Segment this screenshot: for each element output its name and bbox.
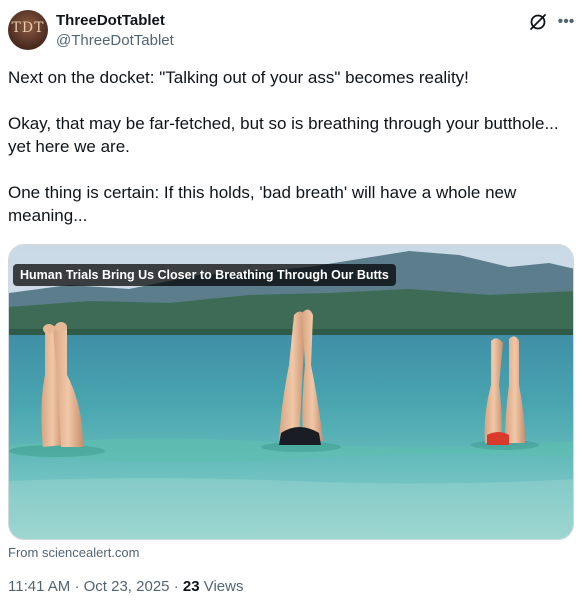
more-icon[interactable]: •••	[557, 12, 575, 32]
avatar-logo-text: TDT	[11, 20, 45, 36]
user-handle[interactable]: @ThreeDotTablet	[56, 32, 174, 49]
avatar[interactable]: TDT	[8, 10, 48, 50]
grok-icon[interactable]	[528, 12, 548, 32]
card-source[interactable]: From sciencealert.com	[8, 545, 139, 560]
link-card-image[interactable]	[8, 244, 574, 540]
tweet-text: Next on the docket: "Talking out of your…	[8, 66, 568, 227]
views-label: Views	[203, 578, 244, 595]
tweet-paragraph: Okay, that may be far-fetched, but so is…	[8, 114, 559, 156]
tweet-header: TDT ThreeDotTablet @ThreeDotTablet •••	[8, 10, 575, 54]
card-title[interactable]: Human Trials Bring Us Closer to Breathin…	[13, 264, 396, 286]
tweet-paragraph: Next on the docket: "Talking out of your…	[8, 68, 469, 87]
display-name[interactable]: ThreeDotTablet	[56, 12, 165, 29]
meta-separator: ·	[173, 578, 179, 595]
views-count: 23	[182, 578, 200, 595]
tweet-meta: 11:41 AM · Oct 23, 2025 · 23 Views	[8, 578, 243, 595]
beach-photo	[9, 245, 573, 539]
tweet-time[interactable]: 11:41 AM	[8, 578, 70, 595]
tweet-paragraph: One thing is certain: If this holds, 'ba…	[8, 183, 517, 225]
tweet-date[interactable]: Oct 23, 2025	[84, 578, 170, 595]
meta-separator: ·	[74, 578, 80, 595]
